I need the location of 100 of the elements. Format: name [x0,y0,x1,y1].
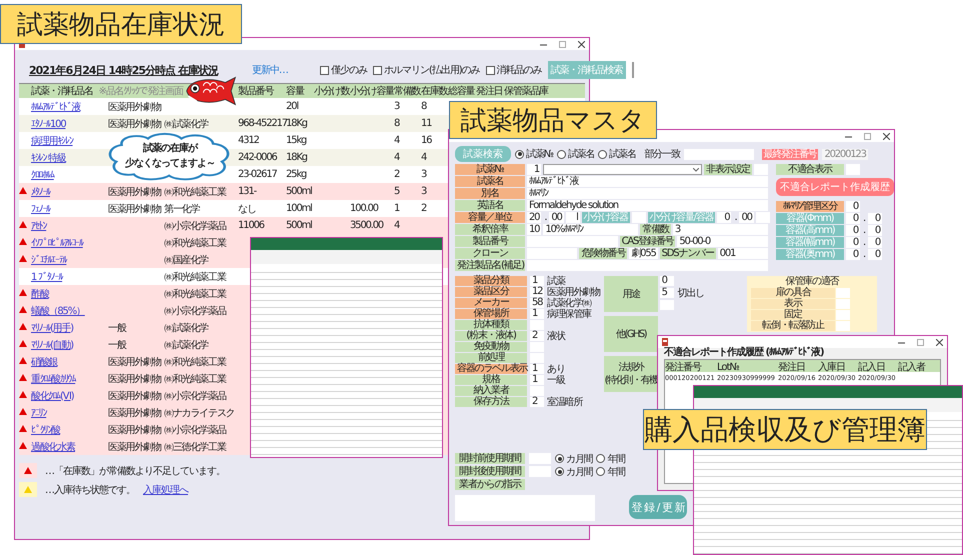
period-radio[interactable]: 年間 [596,452,626,466]
field-label: 表示 [751,299,835,309]
input-field[interactable]: 0 [868,213,882,224]
input-field[interactable]: 1 [530,364,544,374]
field-label: 不適合表示 [776,164,844,175]
item-link[interactable]: ﾒﾀﾉｰﾙ [31,186,108,198]
item-link[interactable]: ｷｼﾚﾝ 特級 [31,150,108,164]
input-field[interactable]: 00 [739,212,754,223]
input-field[interactable]: ﾎﾙﾑｱﾙﾃﾞﾋﾄﾞ液 [527,176,768,187]
input-field[interactable] [527,260,768,271]
input-field[interactable]: 0 [868,237,882,248]
item-link[interactable]: ﾋﾟｸﾘﾝ酸 [31,422,108,436]
input-field[interactable]: 00 [549,212,564,223]
input-field[interactable]: 1 [530,309,544,319]
period-radio[interactable]: カ月間 [555,452,592,466]
receiving-link[interactable]: 入庫処理へ [143,482,188,496]
filter-checkbox[interactable]: ホルマリン(払出用)のみ [372,63,480,77]
table-cell-text: ㈱和光純薬工業 [164,356,228,368]
input-field[interactable]: 20 [527,212,542,223]
input-field[interactable]: 001 [718,248,768,259]
maximize-icon[interactable] [917,338,924,346]
item-link[interactable]: ﾏﾘﾉｰﾙ(用手) [31,320,108,334]
input-field[interactable]: 0 [660,276,674,286]
filter-checkbox[interactable]: 消耗品のみ [486,63,542,77]
period-radio[interactable]: 年間 [596,464,626,478]
close-icon[interactable] [936,338,943,346]
input-field[interactable] [660,300,674,310]
period-radio[interactable]: カ月間 [555,464,592,478]
item-link[interactable]: 過酸化水素 [31,440,108,454]
item-link[interactable]: ｱｾﾄﾝ [31,220,108,232]
input-field[interactable]: 0 [868,225,882,236]
field-label: 薬品分類 [455,276,527,286]
input-field[interactable]: 2 [530,331,544,341]
search-mode-radio[interactable]: 試薬名 部分一致 [598,147,680,161]
value-text: 病理保管庫 [547,308,592,321]
item-link[interactable]: ﾌｪﾉｰﾙ [31,202,108,214]
input-field[interactable]: 0 [846,249,860,260]
input-field[interactable]: 0 [846,201,860,212]
input-field[interactable]: 2 [530,397,544,407]
field-label: 転倒・転落防止 [751,321,835,331]
column-header: 小分け容量 [350,84,394,98]
input-field[interactable]: 10%ﾎﾙﾏﾘﾝ [543,224,638,235]
input-field[interactable]: 0 [846,237,860,248]
item-link[interactable]: ｱﾆﾘﾝ [31,406,108,418]
column-header: 総容量 [448,84,476,98]
item-link[interactable]: 酸化ｸﾛﾑ(Ⅵ) [31,388,108,402]
input-field[interactable] [836,310,850,320]
dropdown-field[interactable] [543,164,702,175]
input-field[interactable]: 劇055 [629,248,658,259]
input-field[interactable] [527,248,578,259]
input-field[interactable]: 5 [660,288,674,298]
maximize-icon[interactable] [559,40,566,48]
item-link[interactable]: 硝酸銀 [31,354,108,368]
close-icon[interactable] [578,40,585,48]
item-link[interactable]: 1 ﾌﾞﾀﾉｰﾙ [31,270,108,282]
table-cell-text: 医薬用外劇物 [108,406,162,420]
input-field[interactable] [527,236,618,247]
input-field[interactable]: l [566,212,580,223]
item-link[interactable]: 酢酸 [31,286,108,300]
item-link[interactable]: ﾎﾙﾑｱﾙﾃﾞﾋﾄﾞ液 [31,100,108,114]
table-cell-text: 4 [394,135,401,146]
table-cell-text: 500ml [286,220,313,231]
table-cell-text: 第一化学 [164,202,201,216]
input-field[interactable]: 12 [530,287,544,297]
item-link[interactable]: 病理用ｷｼﾚﾝ [31,134,108,148]
separator-text: . [733,212,738,223]
item-link[interactable]: ｼﾞｴﾁﾙｴｰﾃﾙ [31,254,108,266]
search-mode-radio[interactable]: 試薬名 [556,147,594,161]
input-field[interactable]: 58 [530,298,544,308]
item-link[interactable]: ﾏﾘﾉｰﾙ(自動) [31,338,108,352]
item-link[interactable]: ｸﾛﾛﾎﾙﾑ [31,168,108,180]
input-field[interactable]: Formaldehyde solution [527,200,768,211]
warning-triangle-icon [24,486,32,493]
input-field[interactable]: 0 [846,225,860,236]
input-field[interactable]: 3 [672,224,768,235]
warning-triangle-icon [19,255,27,262]
value-text: 試薬 [547,274,565,287]
input-field[interactable]: 0 [846,213,860,224]
input-field[interactable]: 1 [527,164,541,175]
item-link[interactable]: ｴﾀﾉｰﾙ100 [31,118,108,130]
input-field[interactable]: 10 [527,224,542,235]
input-field[interactable]: 0 [868,249,882,260]
input-field[interactable]: 1 [530,276,544,286]
input-field[interactable] [632,212,646,223]
input-field[interactable] [836,288,850,298]
input-field[interactable]: 1 [530,375,544,385]
item-link[interactable]: 蟻酸（85%） [31,304,108,318]
maximize-icon[interactable] [864,132,871,140]
close-icon[interactable] [883,132,890,140]
input-field[interactable] [836,321,850,331]
field-label: 常備数 [640,224,671,235]
input-field[interactable]: ﾎﾙﾏﾘﾝ [527,188,768,199]
table-cell-text: ㈱和光純薬工業 [164,270,228,284]
item-link[interactable]: ｲｿﾌﾟﾛﾋﾟﾙｱﾙｺｰﾙ [31,236,108,248]
input-field[interactable]: 0 [717,212,732,223]
input-field[interactable] [836,299,850,309]
item-link[interactable]: 重ｸﾛﾑ酸ｶﾘｳﾑ [31,372,108,386]
filter-checkbox[interactable]: 僅少のみ [320,63,367,77]
search-mode-radio[interactable]: 試薬№ [515,147,553,161]
input-field[interactable]: 50-00-0 [677,236,768,247]
